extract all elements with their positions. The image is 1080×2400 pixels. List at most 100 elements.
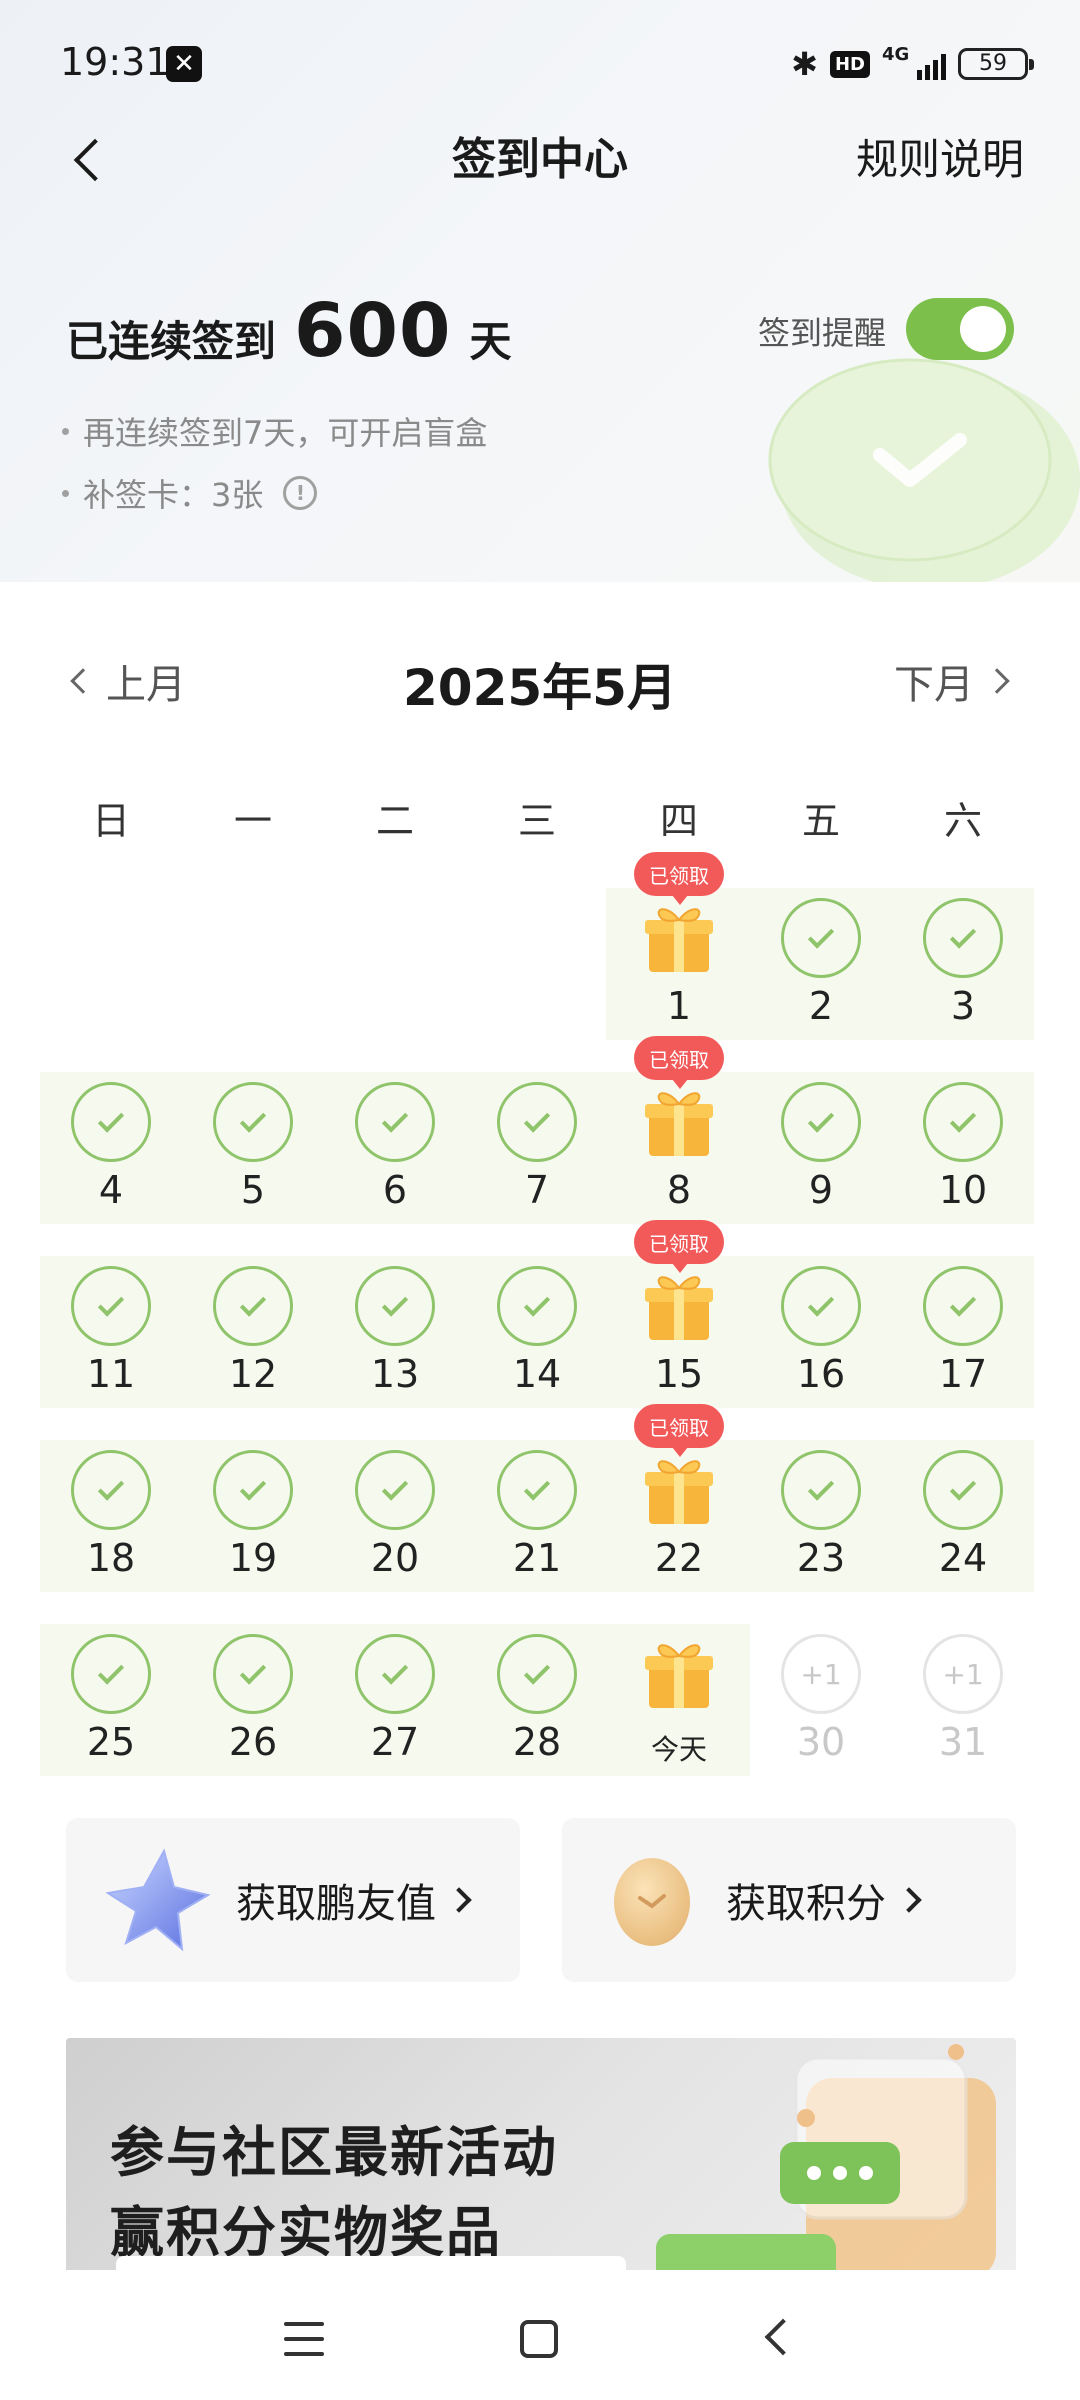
calendar-day-15[interactable]: 已领取 15 — [608, 1220, 750, 1408]
day-number: 2 — [808, 984, 834, 1028]
claimed-badge: 已领取 — [634, 852, 724, 905]
calendar-day-10[interactable]: 10 — [892, 1072, 1034, 1224]
calendar-day-24[interactable]: 24 — [892, 1440, 1034, 1592]
calendar-day-19[interactable]: 19 — [182, 1440, 324, 1592]
calendar-day-25[interactable]: 25 — [40, 1624, 182, 1776]
calendar-day-22[interactable]: 已领取 22 — [608, 1404, 750, 1592]
check-circle-icon — [497, 1634, 577, 1714]
get-friend-points-card[interactable]: 获取鹏友值 — [66, 1818, 520, 1982]
calendar-day-13[interactable]: 13 — [324, 1256, 466, 1408]
hint-blind-box: 再连续签到7天，可开启盲盒 — [62, 408, 487, 454]
gift-box-icon — [639, 1082, 719, 1162]
check-circle-icon — [71, 1082, 151, 1162]
day-number: 21 — [512, 1536, 562, 1580]
toggle-knob — [960, 306, 1006, 352]
rules-link[interactable]: 规则说明 — [856, 130, 1024, 190]
calendar-day-17[interactable]: 17 — [892, 1256, 1034, 1408]
calendar-day-8[interactable]: 已领取 8 — [608, 1036, 750, 1224]
day-number: 24 — [938, 1536, 988, 1580]
day-number: 18 — [86, 1536, 136, 1580]
calendar-day-26[interactable]: 26 — [182, 1624, 324, 1776]
calendar-day-3[interactable]: 3 — [892, 888, 1034, 1040]
calendar-day-2[interactable]: 2 — [750, 888, 892, 1040]
check-circle-icon — [781, 1266, 861, 1346]
calendar-day-21[interactable]: 21 — [466, 1440, 608, 1592]
info-icon[interactable]: ! — [283, 476, 318, 510]
reminder-label: 签到提醒 — [758, 314, 887, 352]
streak-unit: 天 — [469, 317, 512, 366]
coin-icon — [614, 1858, 690, 1946]
day-number: 11 — [86, 1352, 136, 1396]
calendar-day-12[interactable]: 12 — [182, 1256, 324, 1408]
bullet-dot — [62, 489, 69, 497]
next-month-button[interactable]: 下月 — [894, 652, 1010, 710]
calendar-day-18[interactable]: 18 — [40, 1440, 182, 1592]
calendar-day-11[interactable]: 11 — [40, 1256, 182, 1408]
check-circle-icon — [355, 1450, 435, 1530]
day-number: 17 — [938, 1352, 988, 1396]
day-number: 22 — [654, 1536, 704, 1580]
day-number: 3 — [950, 984, 976, 1028]
calendar-day-1[interactable]: 已领取 1 — [608, 852, 750, 1040]
system-navigation-bar — [0, 2270, 1080, 2400]
streak-summary: 已连续签到 600 天 — [66, 288, 512, 374]
calendar-day-28[interactable]: 28 — [466, 1624, 608, 1776]
calendar-day-4[interactable]: 4 — [40, 1072, 182, 1224]
calendar-day-5[interactable]: 5 — [182, 1072, 324, 1224]
network-type: 4G — [882, 44, 910, 65]
calendar-day-30[interactable]: +1 30 — [750, 1624, 892, 1776]
check-circle-icon — [213, 1450, 293, 1530]
check-circle-icon — [213, 1634, 293, 1714]
gift-box-icon — [639, 1266, 719, 1346]
banner-button[interactable] — [116, 2256, 626, 2270]
bonus-label: +1 — [923, 1634, 1003, 1714]
get-points-card[interactable]: 获取积分 — [562, 1818, 1016, 1982]
check-circle-icon — [71, 1266, 151, 1346]
chevron-right-icon — [896, 1887, 922, 1913]
day-number: 19 — [228, 1536, 278, 1580]
check-circle-icon — [355, 1082, 435, 1162]
day-number: 16 — [796, 1352, 846, 1396]
recent-apps-button[interactable] — [284, 2322, 324, 2356]
calendar-day-23[interactable]: 23 — [750, 1440, 892, 1592]
app-notification-icon: ✕ — [166, 46, 202, 82]
day-number: 14 — [512, 1352, 562, 1396]
calendar-day-14[interactable]: 14 — [466, 1256, 608, 1408]
calendar-day-31[interactable]: +1 31 — [892, 1624, 1034, 1776]
calendar-day-6[interactable]: 6 — [324, 1072, 466, 1224]
status-time: 19:31 — [60, 40, 170, 84]
claimed-badge: 已领取 — [634, 1404, 724, 1457]
gift-box-icon — [639, 1634, 719, 1714]
day-number: 30 — [796, 1720, 846, 1764]
activity-banner[interactable]: 参与社区最新活动 赢积分实物奖品 — [66, 2038, 1016, 2270]
calendar-day-20[interactable]: 20 — [324, 1440, 466, 1592]
calendar-day-today[interactable]: 今天 — [608, 1624, 750, 1776]
check-circle-icon — [71, 1634, 151, 1714]
weekday-label: 六 — [943, 799, 982, 843]
check-circle-icon — [781, 1450, 861, 1530]
weekday-label: 四 — [659, 799, 698, 843]
calendar-day-7[interactable]: 7 — [466, 1072, 608, 1224]
day-number: 28 — [512, 1720, 562, 1764]
day-number: 12 — [228, 1352, 278, 1396]
check-circle-icon — [923, 898, 1003, 978]
calendar-day-9[interactable]: 9 — [750, 1072, 892, 1224]
day-number: 8 — [666, 1168, 692, 1212]
system-back-button[interactable] — [764, 2318, 802, 2356]
calendar-day-16[interactable]: 16 — [750, 1256, 892, 1408]
home-button[interactable] — [520, 2320, 558, 2358]
hero-section: 19:31 ✕ ✱ HD 4G 59 签到中心 规则说明 已连续签到 600 天… — [0, 0, 1080, 582]
bullet-dot — [62, 427, 69, 435]
check-circle-icon — [497, 1266, 577, 1346]
bonus-label: +1 — [781, 1634, 861, 1714]
calendar-day-27[interactable]: 27 — [324, 1624, 466, 1776]
check-circle-icon — [497, 1450, 577, 1530]
claimed-badge: 已领取 — [634, 1036, 724, 1089]
reminder-toggle[interactable] — [906, 298, 1014, 360]
check-circle-icon — [923, 1266, 1003, 1346]
weekday-label: 五 — [801, 799, 840, 843]
check-circle-icon — [781, 1082, 861, 1162]
check-circle-icon — [497, 1082, 577, 1162]
today-label: 今天 — [650, 1733, 707, 1766]
checkin-coin-decoration-icon — [768, 358, 1080, 582]
